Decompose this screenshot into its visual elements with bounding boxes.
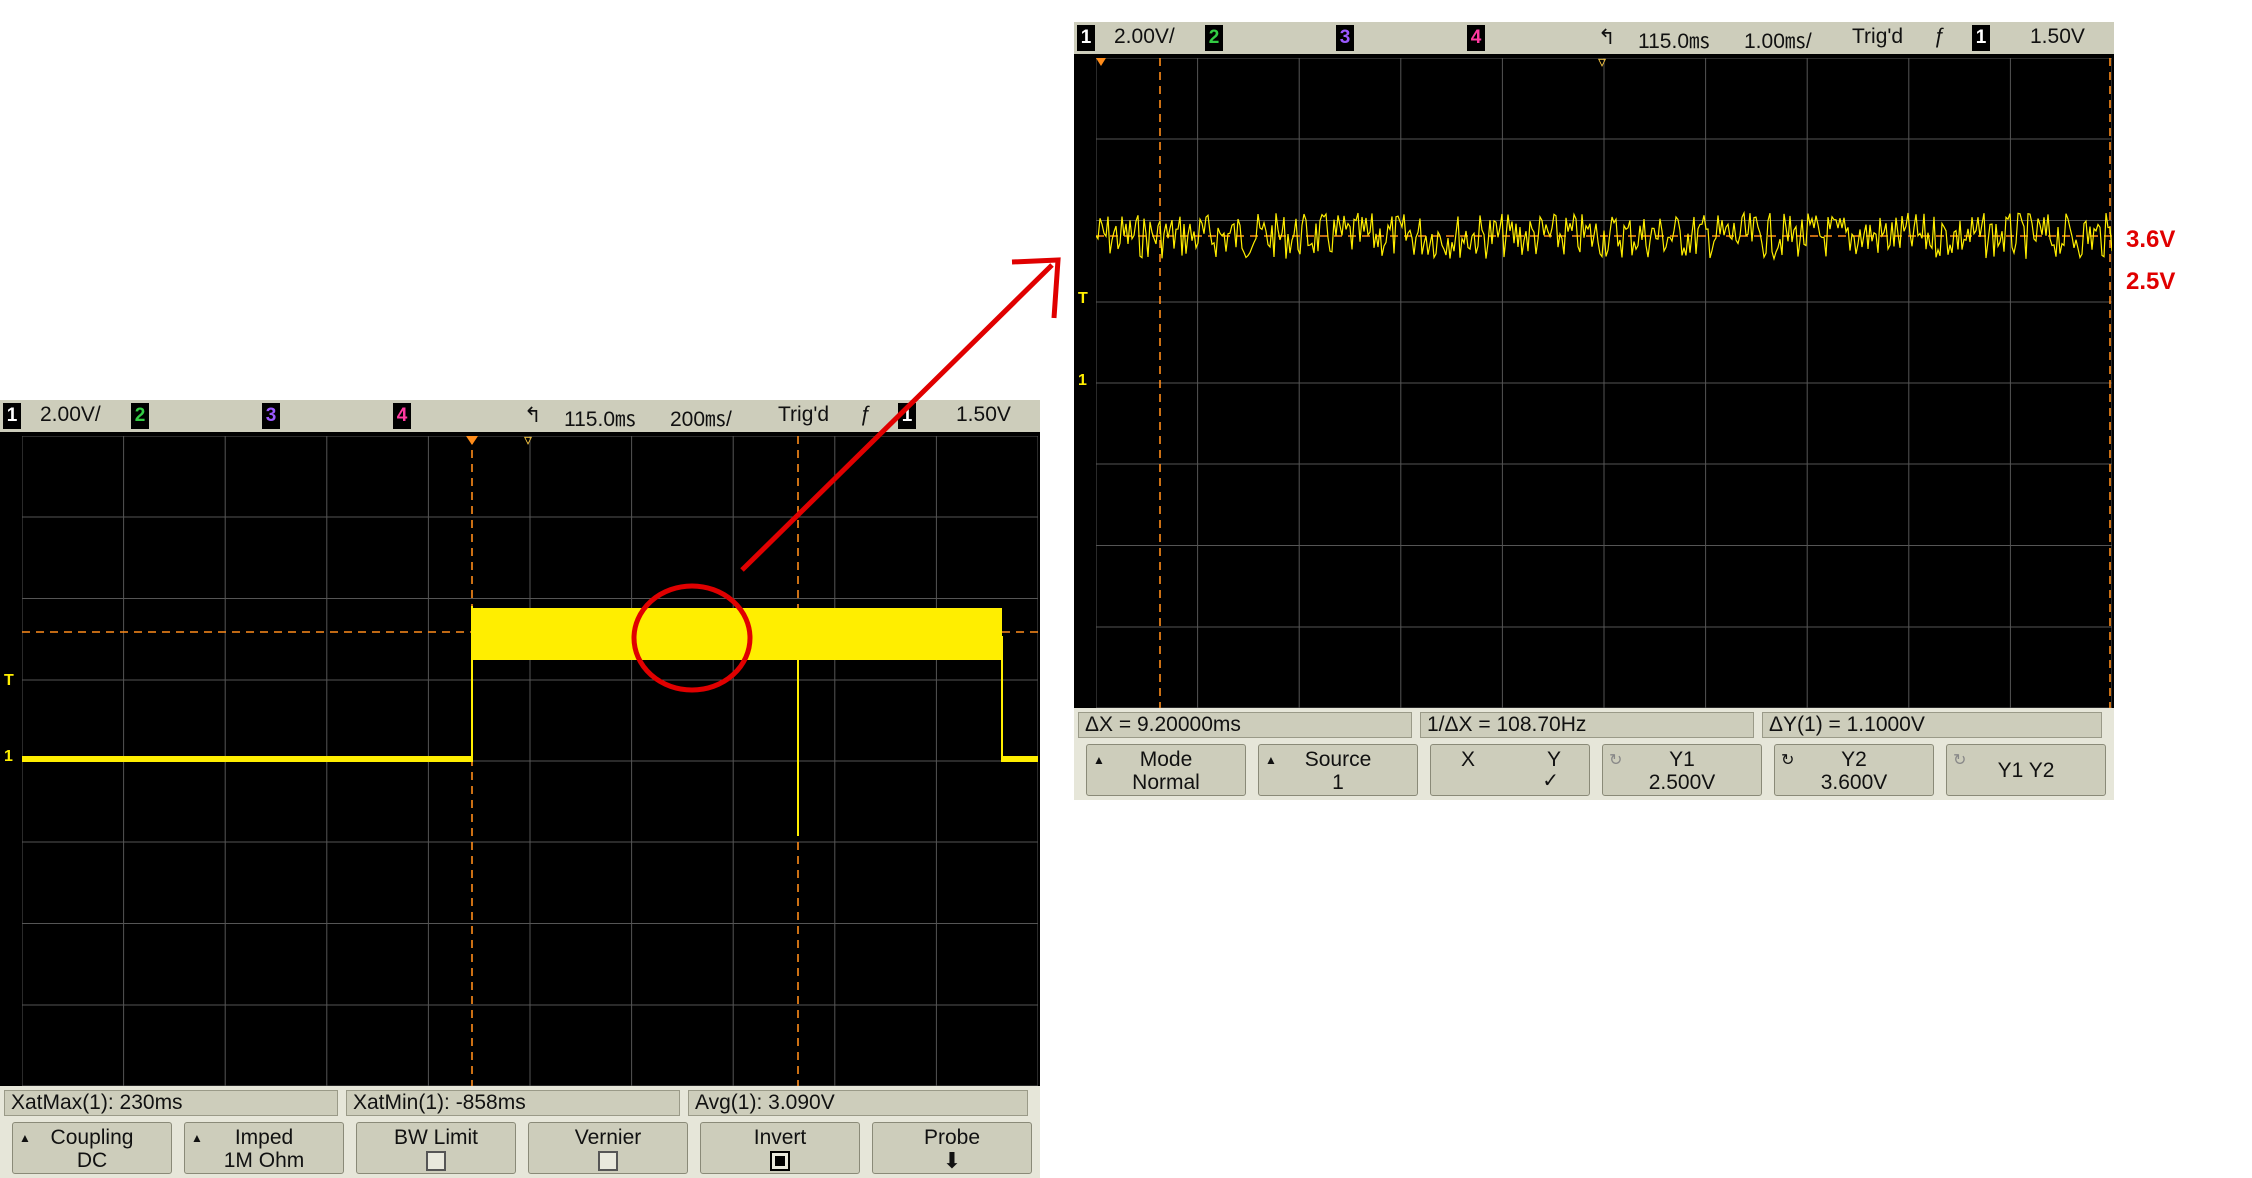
trigger-source: 1 — [898, 403, 916, 429]
ch1-scale: 2.00V/ — [40, 403, 101, 426]
cursor-x1-marker — [1096, 58, 1106, 66]
right-scope-display: 1 2.00V/ 2 3 4 ↰ 115.0㎳ 1.00㎳/ Trig'd ƒ … — [1074, 22, 2114, 800]
softkey-label: Mode — [1139, 748, 1193, 771]
softkey-label: Source — [1304, 748, 1372, 771]
cursor-x1-marker — [466, 436, 478, 445]
softkey-value: 1 — [1332, 771, 1344, 794]
lower-level-label: 2.5V — [2126, 268, 2176, 295]
softkey-label: X Y — [1431, 745, 1589, 771]
right-waveform-svg — [1096, 58, 2112, 708]
coupling-softkey[interactable]: ▲ Coupling DC — [12, 1122, 172, 1174]
ch2-indicator[interactable]: 2 — [1205, 25, 1223, 51]
right-trigger-delay-marker: ▿ — [1598, 54, 1607, 71]
imped-softkey[interactable]: ▲ Imped 1M Ohm — [184, 1122, 344, 1174]
softkey-label: BW Limit — [394, 1126, 478, 1149]
checkbox-icon — [598, 1151, 618, 1172]
rotary-knob-icon: ↻ — [1953, 752, 1967, 769]
softkey-label: Imped — [234, 1126, 294, 1149]
trigger-slope-icon: ƒ — [860, 403, 872, 426]
rotary-knob-icon: ↻ — [1781, 752, 1795, 769]
vernier-softkey[interactable]: Vernier — [528, 1122, 688, 1174]
left-scope-display: 1 2.00V/ 2 3 4 ↰ 115.0㎳ 200㎳/ Trig'd ƒ 1… — [0, 400, 1040, 1178]
checkbox-checked-icon — [770, 1151, 790, 1172]
y2-softkey[interactable]: ↻ Y2 3.600V — [1774, 744, 1934, 796]
ch4-indicator[interactable]: 4 — [393, 403, 411, 429]
softkey-value: DC — [76, 1149, 108, 1172]
trigger-level: 1.50V — [956, 403, 1011, 426]
left-status-bar: 1 2.00V/ 2 3 4 ↰ 115.0㎳ 200㎳/ Trig'd ƒ 1… — [0, 400, 1040, 432]
down-arrow-icon: ⬇ — [942, 1148, 962, 1173]
mode-softkey[interactable]: ▲ Mode Normal — [1086, 744, 1246, 796]
source-softkey[interactable]: ▲ Source 1 — [1258, 744, 1418, 796]
softkey-value: Normal — [1132, 771, 1200, 794]
ch1-indicator[interactable]: 1 — [3, 403, 21, 429]
right-softkeys: ▲ Mode Normal ▲ Source 1 X Y ✓ ↻ Y1 2.50… — [1074, 738, 2114, 800]
softkey-value: 1M Ohm — [223, 1149, 305, 1172]
right-waveform-grid — [1096, 58, 2112, 708]
zoom-arrow-head-icon — [1011, 257, 1061, 319]
ch4-indicator[interactable]: 4 — [1467, 25, 1485, 51]
softkey-value: 2.500V — [1648, 771, 1716, 794]
rotary-arrow-icon: ▲ — [19, 1131, 31, 1145]
right-status-bar: 1 2.00V/ 2 3 4 ↰ 115.0㎳ 1.00㎳/ Trig'd ƒ … — [1074, 22, 2114, 54]
rotary-arrow-icon: ▲ — [1265, 753, 1277, 767]
rotary-arrow-icon: ▲ — [191, 1131, 203, 1145]
timebase-readout: 1.00㎳/ — [1744, 30, 1812, 53]
y-option: Y — [1546, 748, 1561, 771]
left-softkeys: ▲ Coupling DC ▲ Imped 1M Ohm BW Limit Ve… — [0, 1116, 1040, 1178]
checkbox-icon — [426, 1151, 446, 1172]
softkey-value: 3.600V — [1820, 771, 1888, 794]
probe-softkey[interactable]: Probe ⬇ — [872, 1122, 1032, 1174]
right-trigger-marker: T — [1078, 290, 1088, 307]
y1y2-softkey[interactable]: ↻ Y1 Y2 — [1946, 744, 2106, 796]
upper-level-label: 3.6V — [2126, 226, 2176, 253]
trigger-level: 1.50V — [2030, 25, 2085, 48]
trigger-delay-icon: ↰ — [1598, 26, 1616, 49]
left-ground-marker: 1 — [4, 748, 13, 765]
bw-limit-softkey[interactable]: BW Limit — [356, 1122, 516, 1174]
softkey-label: Y2 — [1841, 748, 1867, 771]
rotary-arrow-icon: ▲ — [1093, 753, 1105, 767]
ch1-scale: 2.00V/ — [1114, 25, 1175, 48]
ch2-indicator[interactable]: 2 — [131, 403, 149, 429]
left-measurement-bar: XatMax(1): 230ms XatMin(1): -858ms Avg(1… — [0, 1086, 1040, 1118]
measurement-avg: Avg(1): 3.090V — [688, 1090, 1028, 1116]
softkey-label: Y1 — [1669, 748, 1695, 771]
ch1-indicator[interactable]: 1 — [1077, 25, 1095, 51]
right-measurement-bar: ΔX = 9.20000ms 1/ΔX = 108.70Hz ΔY(1) = 1… — [1074, 708, 2114, 740]
timebase-readout: 200㎳/ — [670, 408, 732, 431]
ch3-indicator[interactable]: 3 — [262, 403, 280, 429]
left-waveform-grid — [22, 436, 1038, 1086]
trigger-status: Trig'd — [778, 403, 830, 426]
right-gridlines — [1096, 58, 2112, 708]
rotary-knob-icon: ↻ — [1609, 752, 1623, 769]
delay-readout: 115.0㎳ — [564, 408, 636, 431]
measurement-xatmin: XatMin(1): -858ms — [346, 1090, 680, 1116]
trigger-status: Trig'd — [1852, 25, 1904, 48]
softkey-label: Invert — [753, 1126, 807, 1149]
y1-softkey[interactable]: ↻ Y1 2.500V — [1602, 744, 1762, 796]
measurement-delta-x: ΔX = 9.20000ms — [1078, 712, 1412, 738]
softkey-label: Vernier — [574, 1126, 642, 1149]
softkey-label: Y1 Y2 — [1997, 759, 2055, 782]
trigger-slope-icon: ƒ — [1934, 25, 1946, 48]
x-option: X — [1461, 748, 1476, 771]
measurement-inverse-delta-x: 1/ΔX = 108.70Hz — [1420, 712, 1754, 738]
left-trigger-delay-marker: ▿ — [524, 432, 533, 449]
trigger-source: 1 — [1972, 25, 1990, 51]
trigger-delay-icon: ↰ — [524, 404, 542, 427]
softkey-label: Coupling — [50, 1126, 134, 1149]
measurement-delta-y: ΔY(1) = 1.1000V — [1762, 712, 2102, 738]
measurement-xatmax: XatMax(1): 230ms — [4, 1090, 338, 1116]
delay-readout: 115.0㎳ — [1638, 30, 1710, 53]
softkey-label: Probe — [923, 1126, 981, 1149]
xy-softkey[interactable]: X Y ✓ — [1430, 744, 1590, 796]
invert-softkey[interactable]: Invert — [700, 1122, 860, 1174]
left-trigger-marker: T — [4, 672, 14, 689]
right-ground-marker: 1 — [1078, 372, 1087, 389]
checkmark-icon: ✓ — [1542, 770, 1559, 792]
left-waveform-svg — [22, 436, 1038, 1086]
ch3-indicator[interactable]: 3 — [1336, 25, 1354, 51]
